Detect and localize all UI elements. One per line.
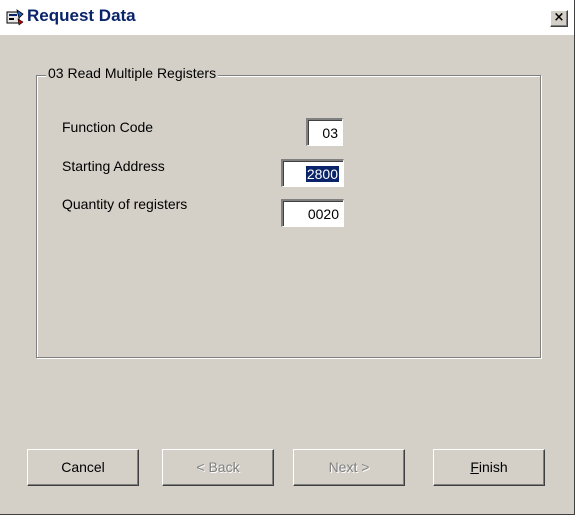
groupbox-label: 03 Read Multiple Registers xyxy=(46,65,219,81)
quantity-field[interactable]: 0020 xyxy=(281,199,344,227)
back-button-label: < Back xyxy=(196,459,240,475)
finish-mnemonic: F xyxy=(470,459,479,475)
function-code-label: Function Code xyxy=(62,119,154,135)
title-bar: Request Data × xyxy=(0,0,574,35)
close-button[interactable]: × xyxy=(550,10,568,27)
quantity-label: Quantity of registers xyxy=(62,196,188,212)
starting-address-label: Starting Address xyxy=(62,158,165,174)
window-title: Request Data xyxy=(27,6,136,25)
close-icon: × xyxy=(553,10,565,25)
back-button[interactable]: < Back xyxy=(162,449,274,486)
quantity-value: 0020 xyxy=(307,206,339,222)
finish-button[interactable]: Finish xyxy=(433,449,545,486)
cancel-button-label: Cancel xyxy=(61,459,105,475)
starting-address-value: 2800 xyxy=(305,166,339,182)
app-icon xyxy=(6,9,24,26)
starting-address-field[interactable]: 2800 xyxy=(281,159,344,187)
request-data-dialog: Request Data × 03 Read Multiple Register… xyxy=(0,0,575,515)
next-button[interactable]: Next > xyxy=(293,449,405,486)
cancel-button[interactable]: Cancel xyxy=(27,449,139,486)
next-button-label: Next > xyxy=(328,459,370,475)
function-code-value: 03 xyxy=(322,125,338,141)
finish-button-label: inish xyxy=(478,459,508,475)
function-code-field[interactable]: 03 xyxy=(306,118,343,146)
